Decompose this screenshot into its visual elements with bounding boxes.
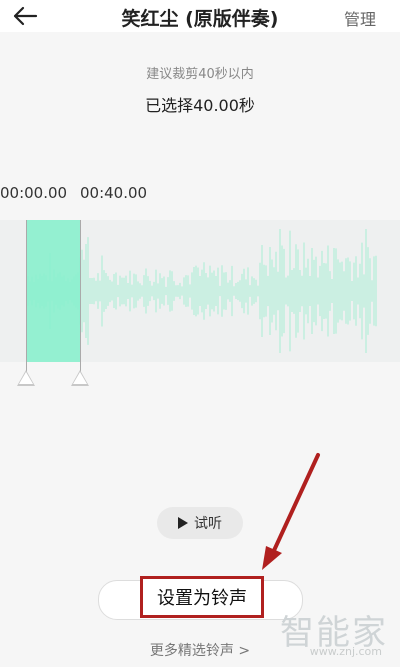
audition-label: 试听 — [194, 516, 222, 532]
watermark-url: www.znj.com — [309, 645, 382, 658]
end-time-label: 00:40.00 — [80, 184, 148, 202]
set-ringtone-button[interactable] — [98, 580, 303, 620]
start-time-label: 00:00.00 — [0, 184, 68, 202]
page-title: 笑红尘 (原版伴奏) — [121, 8, 279, 30]
start-handle-line — [26, 220, 27, 372]
audition-button[interactable]: 试听 — [157, 507, 243, 539]
start-handle[interactable] — [17, 370, 35, 386]
back-button[interactable] — [10, 3, 40, 29]
end-handle-line — [80, 220, 81, 372]
play-icon — [178, 517, 188, 529]
end-handle[interactable] — [71, 370, 89, 386]
top-bar: 笑红尘 (原版伴奏) 管理 — [0, 0, 400, 32]
selected-duration: 已选择40.00秒 — [145, 96, 255, 115]
manage-button[interactable]: 管理 — [344, 6, 376, 30]
arrow-left-icon — [13, 6, 38, 26]
crop-hint: 建议裁剪40秒以内 — [146, 67, 254, 82]
selection-region[interactable] — [26, 220, 81, 362]
